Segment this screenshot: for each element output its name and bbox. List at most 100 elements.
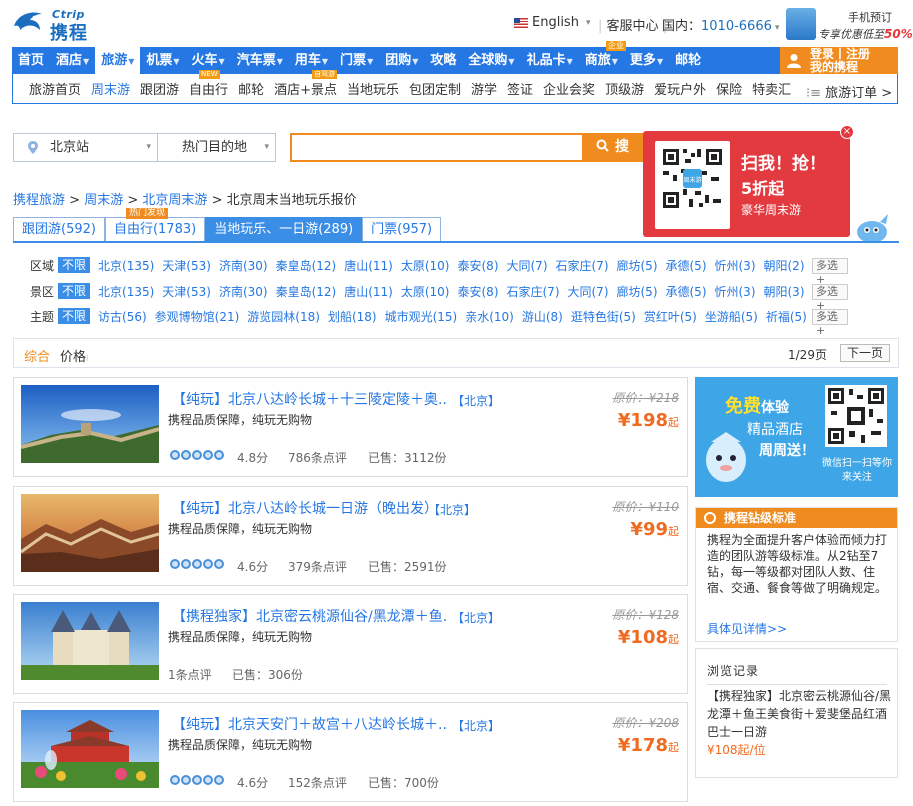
product-card[interactable]: 【纯玩】北京天安门＋故宫＋八达岭长城＋... 【北京】 携程品质保障，纯玩无购物… [13, 702, 688, 802]
product-title[interactable]: 【携程独家】北京密云桃源仙谷/黑龙潭＋鱼... [172, 606, 447, 626]
product-reviews[interactable]: 152条点评 [288, 774, 347, 791]
filter-option[interactable]: 北京(135) [98, 283, 154, 300]
travel-orders-link[interactable]: ⁝≡ 旅游订单 > [806, 82, 892, 101]
filter-option[interactable]: 石家庄(7) [507, 283, 560, 300]
multi-select-button[interactable]: 多选+ [812, 284, 848, 312]
free-hotel-promo[interactable]: 免费体验 精品酒店 周周送！ 微信扫一扫等你来关注 [695, 377, 898, 497]
tab-local-fun[interactable]: 当地玩乐、一日游(289) [205, 217, 363, 242]
product-card[interactable]: 【携程独家】北京密云桃源仙谷/黑龙潭＋鱼... 【北京】 携程品质保障，纯玩无购… [13, 594, 688, 694]
product-reviews[interactable]: 786条点评 [288, 449, 347, 466]
next-page-button[interactable]: 下一页 [840, 344, 890, 362]
filter-option[interactable]: 亲水(10) [465, 308, 514, 325]
product-title[interactable]: 【纯玩】北京八达岭长城一日游（晚出发） [172, 498, 438, 518]
filter-option[interactable]: 泰安(8) [458, 283, 499, 300]
filter-option[interactable]: 秦皇岛(12) [276, 257, 337, 274]
filter-option[interactable]: 济南(30) [219, 283, 268, 300]
filter-option[interactable]: 赏红叶(5) [644, 308, 697, 325]
filter-option[interactable]: 天津(53) [162, 257, 211, 274]
subnav-outdoor[interactable]: 爱玩户外 [654, 79, 706, 98]
multi-select-button[interactable]: 多选+ [812, 309, 848, 337]
filter-all[interactable]: 不限 [58, 283, 91, 299]
filter-option[interactable]: 唐山(11) [344, 283, 393, 300]
sort-composite[interactable]: 综合 [24, 346, 50, 365]
nav-global-shop[interactable]: 全球购▼ [462, 47, 520, 74]
mobile-booking-banner[interactable]: 手机预订 专享优惠低至50% [786, 6, 913, 42]
filter-option[interactable]: 大同(7) [507, 257, 548, 274]
language-selector[interactable]: English ▾ [514, 15, 590, 30]
product-card[interactable]: 【纯玩】北京八达岭长城一日游（晚出发） 【北京】 携程品质保障，纯玩无购物 4.… [13, 486, 688, 586]
filter-option[interactable]: 朝阳(3) [764, 283, 805, 300]
history-item[interactable]: 【携程独家】北京密云桃源仙谷/黑龙潭＋鱼王美食街＋爱斐堡品红酒巴士一日游 [707, 687, 893, 741]
nav-bus[interactable]: 汽车票▼ [231, 47, 289, 74]
product-reviews[interactable]: 1条点评 [168, 666, 212, 683]
filter-option[interactable]: 参观博物馆(21) [155, 308, 240, 325]
tab-free-travel[interactable]: 自由行(1783) 热门发现 [104, 208, 206, 242]
product-card[interactable]: 【纯玩】北京八达岭长城＋十三陵定陵＋奥... 【北京】 携程品质保障，纯玩无购物… [13, 377, 688, 477]
filter-option[interactable]: 唐山(11) [344, 257, 393, 274]
search-input[interactable] [290, 133, 584, 162]
nav-business[interactable]: 商旅▼ 企业 [579, 41, 626, 74]
filter-option[interactable]: 游览园林(18) [247, 308, 320, 325]
filter-option[interactable]: 逛特色街(5) [571, 308, 636, 325]
departure-select[interactable]: 北京站 ▾ [13, 133, 158, 162]
subnav-free-travel[interactable]: 自由行 NEW [189, 70, 228, 98]
subnav-insurance[interactable]: 保险 [716, 79, 742, 98]
login-button[interactable]: 登录丨注册 我的携程 [780, 47, 898, 74]
filter-option[interactable]: 划船(18) [328, 308, 377, 325]
filter-option[interactable]: 游山(8) [522, 308, 563, 325]
filter-option[interactable]: 石家庄(7) [556, 257, 609, 274]
product-title[interactable]: 【纯玩】北京天安门＋故宫＋八达岭长城＋... [172, 714, 447, 734]
filter-option[interactable]: 太原(10) [401, 283, 450, 300]
filter-option[interactable]: 城市观光(15) [385, 308, 458, 325]
subnav-custom-tour[interactable]: 包团定制 [409, 79, 461, 98]
filter-option[interactable]: 秦皇岛(12) [276, 283, 337, 300]
filter-option[interactable]: 大同(7) [568, 283, 609, 300]
filter-option[interactable]: 祈福(5) [766, 308, 807, 325]
close-icon[interactable]: × [840, 125, 854, 139]
filter-option[interactable]: 太原(10) [401, 257, 450, 274]
filter-option[interactable]: 承德(5) [666, 283, 707, 300]
weekend-tour-qr-ad[interactable]: 周末游 扫我！抢！ 5折起 豪华周末游 [643, 131, 850, 237]
nav-cruise[interactable]: 邮轮 [669, 47, 707, 74]
subnav-weekend[interactable]: 周末游 [91, 79, 130, 98]
filter-option[interactable]: 天津(53) [162, 283, 211, 300]
subnav-visa[interactable]: 签证 [507, 79, 533, 98]
subnav-sale[interactable]: 特卖汇 [752, 79, 791, 98]
nav-home[interactable]: 首页 [12, 47, 50, 74]
sort-price[interactable]: 价格⁝ [60, 346, 89, 365]
ctrip-logo[interactable]: Ctrip 携程 [12, 6, 104, 44]
nav-flights[interactable]: 机票▼ [140, 47, 185, 74]
subnav-premium[interactable]: 顶级游 [605, 79, 644, 98]
nav-hotel[interactable]: 酒店▼ [50, 47, 95, 74]
hotline-selector[interactable]: 国内：1010-6666 ▾ [662, 15, 779, 34]
filter-option[interactable]: 北京(135) [98, 257, 154, 274]
subnav-group-tour[interactable]: 跟团游 [140, 79, 179, 98]
customer-service-link[interactable]: | 客服中心 | [598, 15, 667, 34]
subnav-study-tour[interactable]: 游学 [471, 79, 497, 98]
filter-option[interactable]: 忻州(3) [715, 257, 756, 274]
tab-group-tour[interactable]: 跟团游(592) [13, 217, 105, 242]
breadcrumb-link[interactable]: 周末游 [84, 193, 123, 208]
diamond-details-link[interactable]: 具体见详情>> [707, 620, 787, 637]
filter-option[interactable]: 承德(5) [666, 257, 707, 274]
nav-giftcard[interactable]: 礼品卡▼ [521, 47, 579, 74]
filter-option[interactable]: 廊坊(5) [617, 257, 658, 274]
search-button[interactable]: 搜 [584, 133, 644, 162]
multi-select-button[interactable]: 多选+ [812, 258, 848, 286]
tab-tickets[interactable]: 门票(957) [362, 217, 442, 242]
filter-all[interactable]: 不限 [58, 308, 91, 324]
nav-travel[interactable]: 旅游▼ [95, 47, 141, 74]
filter-option[interactable]: 廊坊(5) [617, 283, 658, 300]
subnav-travel-home[interactable]: 旅游首页 [29, 79, 81, 98]
destination-select[interactable]: 热门目的地 ▾ [158, 133, 276, 162]
filter-option[interactable]: 坐游船(5) [705, 308, 758, 325]
filter-option[interactable]: 泰安(8) [458, 257, 499, 274]
nav-guide[interactable]: 攻略 [424, 47, 462, 74]
nav-more[interactable]: 更多▼ [624, 47, 669, 74]
product-title[interactable]: 【纯玩】北京八达岭长城＋十三陵定陵＋奥... [172, 389, 447, 409]
subnav-local-fun[interactable]: 当地玩乐 [347, 79, 399, 98]
filter-option[interactable]: 济南(30) [219, 257, 268, 274]
filter-option[interactable]: 访古(56) [98, 308, 147, 325]
filter-option[interactable]: 朝阳(2) [764, 257, 805, 274]
nav-groupbuy[interactable]: 团购▼ [379, 47, 424, 74]
